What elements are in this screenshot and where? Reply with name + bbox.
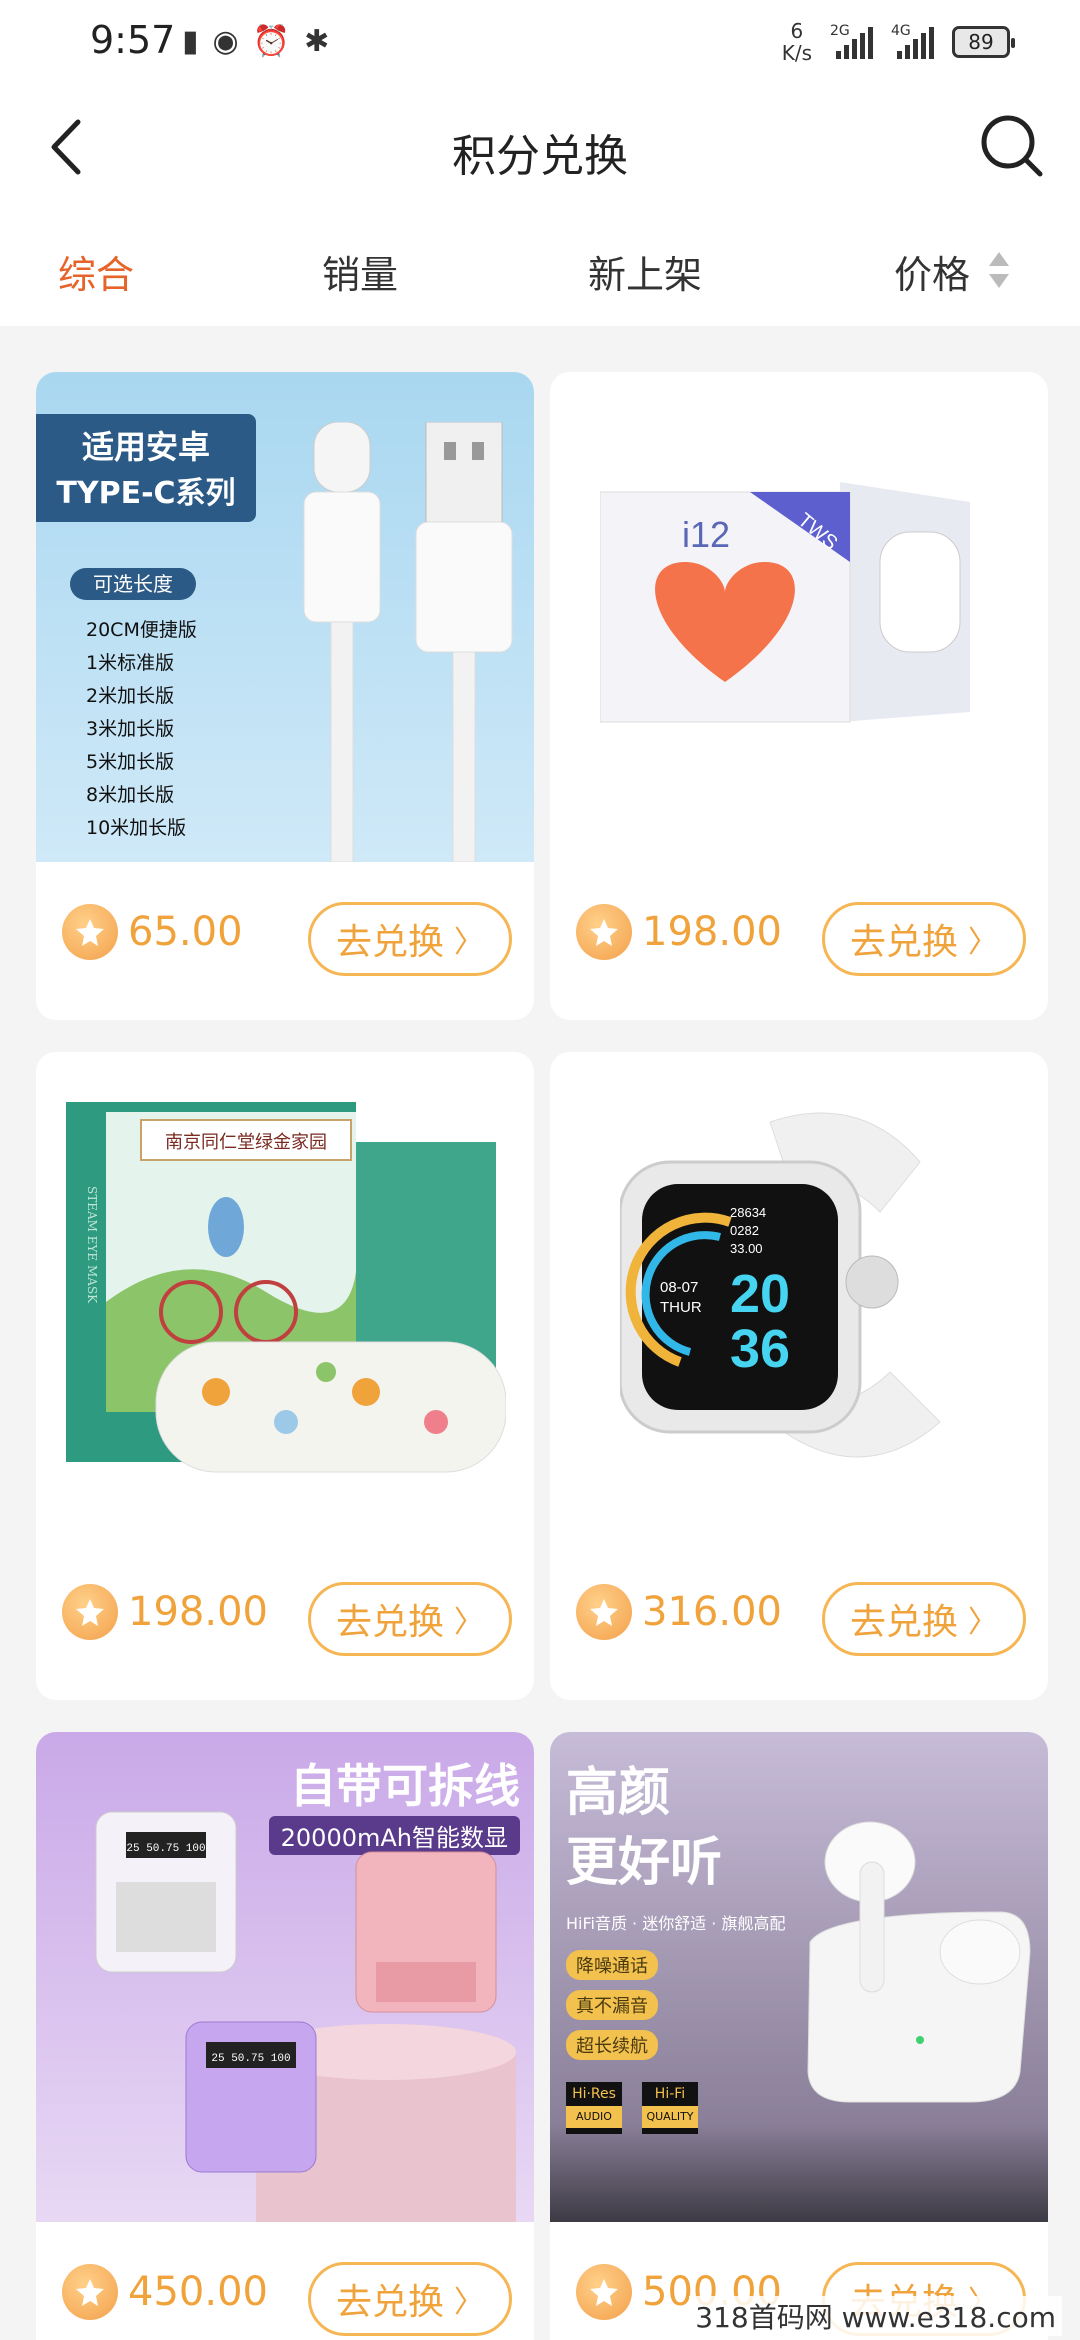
chevron-right-icon: 〉 [454,1605,484,1640]
earbuds-box-illustration: TWS i12 [600,482,970,723]
alert-icon: ▮ [182,24,199,59]
svg-text:25 50.75 100: 25 50.75 100 [211,2053,290,2065]
earbuds-headline: 高颜 更好听 [566,1763,723,1893]
tab-sales[interactable]: 销量 [322,244,398,299]
hi-res-badge: Hi·Res AUDIO [566,2082,622,2134]
svg-text:20: 20 [730,1264,790,1324]
chevron-right-icon: 〉 [968,1605,998,1640]
svg-text:36: 36 [730,1319,790,1379]
product-image-eye-mask[interactable]: 南京同仁堂绿金家园 STEAM EYE MASK [36,1052,534,1542]
product-image-earbuds[interactable]: 高颜 更好听 HiFi音质 · 迷你舒适 · 旗舰高配 降噪通话 真不漏音 超长… [550,1732,1048,2222]
cable-banner: 适用安卓 TYPE-C系列 [36,414,256,522]
sort-tabs: 综合 销量 新上架 价格 [0,210,1080,326]
redeem-button[interactable]: 去兑换〉 [822,1582,1026,1656]
status-time: 9:57 [90,18,176,62]
product-card[interactable]: 自带可拆线 20000mAh智能数显 25 50.75 100 25 50.75… [36,1732,534,2340]
product-image-smartwatch[interactable]: 08-07 THUR 28634 0282 33.00 20 36 [550,1052,1048,1542]
price-row: 65.00 [62,904,243,960]
points-coin-icon [576,1584,632,1640]
tab-new-arrivals[interactable]: 新上架 [588,244,702,299]
redeem-button[interactable]: 去兑换〉 [308,902,512,976]
power-bank-illustration: 25 50.75 100 25 50.75 100 [95,1811,516,2222]
length-options: 20CM便捷版 1米标准版 2米加长版 3米加长版 5米加长版 8米加长版 10… [86,619,197,839]
product-card[interactable]: 适用安卓 TYPE-C系列 可选长度 20CM便捷版 1米标准版 2米加长版 3… [36,372,534,1020]
battery-level: 89 [968,30,994,54]
product-price: 65.00 [128,909,243,955]
price-row: 316.00 [576,1584,782,1640]
smartwatch-illustration: 08-07 THUR 28634 0282 33.00 20 36 [620,1112,941,1458]
redeem-button[interactable]: 去兑换〉 [308,2262,512,2336]
product-card[interactable]: TWS i12 198.00 去兑换〉 [550,372,1048,1020]
svg-text:0282: 0282 [730,1223,759,1238]
audio-badges: Hi·Res AUDIO Hi-Fi QUALITY [566,2082,698,2134]
chevron-right-icon: 〉 [454,925,484,960]
price-row: 198.00 [62,1584,268,1640]
product-card[interactable]: 高颜 更好听 HiFi音质 · 迷你舒适 · 旗舰高配 降噪通话 真不漏音 超长… [550,1732,1048,2340]
svg-text:STEAM EYE MASK: STEAM EYE MASK [85,1186,99,1304]
svg-text:25 50.75 100: 25 50.75 100 [126,1843,205,1855]
hi-fi-badge: Hi-Fi QUALITY [642,2082,698,2134]
points-coin-icon [62,1584,118,1640]
cable-illustration [303,422,513,862]
eye-mask-illustration: 南京同仁堂绿金家园 STEAM EYE MASK [66,1102,506,1473]
search-icon[interactable] [976,110,1046,180]
product-card[interactable]: 08-07 THUR 28634 0282 33.00 20 36 316.00… [550,1052,1048,1700]
options-title: 可选长度 [70,568,196,600]
net-speed: 6 K/s [781,19,812,65]
svg-text:33.00: 33.00 [730,1241,763,1256]
product-card[interactable]: 南京同仁堂绿金家园 STEAM EYE MASK 198.00 去兑换〉 [36,1052,534,1700]
signal-icon-sim1: 2G [830,23,873,59]
sort-arrows-icon[interactable] [988,250,1010,290]
svg-text:THUR: THUR [660,1299,702,1316]
redeem-button[interactable]: 去兑换〉 [308,1582,512,1656]
earbuds-illustration [807,1821,1031,2103]
eye-icon: ◉ [212,24,239,59]
points-coin-icon [576,2264,632,2320]
product-price: 198.00 [642,909,782,955]
status-bar: 9:57 ▮ ◉ ⏰ ✱ 6 K/s 2G 4G 89 [0,0,1080,90]
earbuds-features: 降噪通话 真不漏音 超长续航 [566,1950,658,2060]
product-image-cable[interactable]: 适用安卓 TYPE-C系列 可选长度 20CM便捷版 1米标准版 2米加长版 3… [36,372,534,862]
product-price: 316.00 [642,1589,782,1635]
site-watermark: 318首码网 www.e318.com [689,2296,1062,2336]
header: 积分兑换 [0,90,1080,210]
svg-text:08-07: 08-07 [660,1279,698,1296]
status-left-icons: ▮ ◉ ⏰ ✱ [182,22,329,62]
product-image-earbuds-box[interactable]: TWS i12 [550,372,1048,862]
svg-text:28634: 28634 [730,1205,766,1220]
svg-text:南京同仁堂绿金家园: 南京同仁堂绿金家园 [165,1132,327,1153]
earbuds-subline: HiFi音质 · 迷你舒适 · 旗舰高配 [566,1914,786,1933]
chevron-right-icon: 〉 [968,925,998,960]
battery-icon: 89 [952,26,1015,58]
status-right: 6 K/s 2G 4G 89 [781,19,1015,65]
alarm-icon: ⏰ [252,24,291,59]
product-price: 198.00 [128,1589,268,1635]
price-row: 450.00 [62,2264,268,2320]
bluetooth-battery-icon: ✱ [304,24,330,59]
points-coin-icon [576,904,632,960]
chevron-right-icon: 〉 [454,2285,484,2320]
signal-icon-sim2: 4G [891,23,934,59]
product-price: 450.00 [128,2269,268,2315]
svg-text:i12: i12 [682,514,730,555]
redeem-button[interactable]: 去兑换〉 [822,902,1026,976]
points-coin-icon [62,2264,118,2320]
points-coin-icon [62,904,118,960]
tab-comprehensive[interactable]: 综合 [58,244,134,299]
tab-price[interactable]: 价格 [894,244,970,299]
product-image-power-bank[interactable]: 自带可拆线 20000mAh智能数显 25 50.75 100 25 50.75… [36,1732,534,2222]
page-title: 积分兑换 [452,131,628,182]
price-row: 198.00 [576,904,782,960]
